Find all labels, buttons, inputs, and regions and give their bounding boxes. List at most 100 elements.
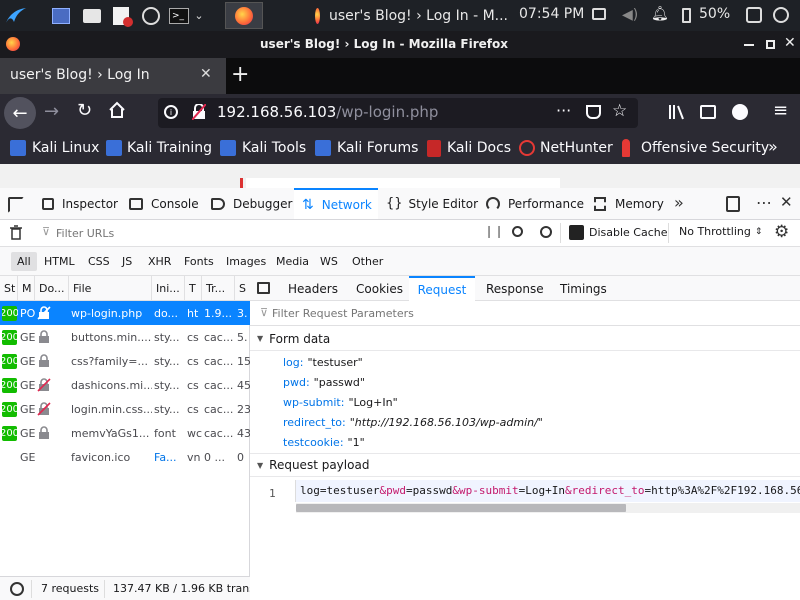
column-file[interactable]: File [69, 276, 152, 301]
bookmark-offensive-security[interactable]: Offensive Security [622, 132, 769, 164]
clock[interactable]: 07:54 PM [519, 6, 584, 22]
close-window-button[interactable]: ✕ [784, 35, 796, 51]
column-type[interactable]: T [185, 276, 202, 301]
tab-network[interactable]: ⇅ Network [294, 188, 378, 219]
dock-options-icon[interactable] [726, 196, 740, 212]
tab-request[interactable]: Request [409, 276, 475, 301]
form-data-header[interactable]: ▼ Form data [250, 327, 800, 351]
logout-icon[interactable] [746, 7, 762, 23]
pause-icon[interactable]: ❘❘ [484, 224, 504, 238]
filter-css[interactable]: CSS [82, 252, 116, 271]
table-row[interactable]: 200 GE memvYaGs1... font wc cac... 43 [0, 421, 250, 445]
power-icon[interactable] [773, 7, 789, 23]
forward-button[interactable]: → [44, 101, 59, 122]
tab-close-icon[interactable]: ✕ [200, 66, 212, 82]
tab-response[interactable]: Response [486, 276, 544, 301]
maximize-button[interactable] [766, 40, 775, 49]
filter-js[interactable]: JS [116, 252, 138, 271]
filter-xhr[interactable]: XHR [142, 252, 177, 271]
column-initiator[interactable]: Ini... [152, 276, 185, 301]
text-editor-icon[interactable] [108, 0, 134, 31]
page-actions-icon[interactable]: ··· [556, 101, 571, 120]
chevron-down-icon[interactable]: ⌄ [192, 0, 206, 31]
filter-all[interactable]: All [11, 252, 37, 271]
settings-gear-icon[interactable]: ⚙ [774, 222, 789, 242]
toggle-sidebar-icon[interactable] [257, 282, 270, 294]
window-switch-icon[interactable] [592, 8, 606, 20]
bookmark-kali-tools[interactable]: Kali Tools [220, 132, 306, 164]
filter-params-input[interactable] [272, 304, 772, 322]
filter-html[interactable]: HTML [38, 252, 81, 271]
table-row[interactable]: 200 GE login.min.css... sty... cs cac... 23 [0, 397, 250, 421]
tab-active[interactable]: user's Blog! › Log In ✕ [0, 58, 226, 94]
tab-console[interactable]: Console [129, 188, 199, 219]
request-payload-editor[interactable]: 1 log=testuser&pwd=passwd&wp-submit=Log+… [250, 480, 800, 514]
column-status[interactable]: St [0, 276, 18, 301]
sidebar-icon[interactable] [700, 105, 716, 119]
browser-icon[interactable] [138, 0, 164, 31]
tab-memory[interactable]: Memory [594, 188, 664, 219]
filter-media[interactable]: Media [270, 252, 315, 271]
stopwatch-icon[interactable] [10, 582, 24, 596]
filter-images[interactable]: Images [220, 252, 272, 271]
file-manager-icon[interactable] [80, 0, 104, 31]
hamburger-menu-icon[interactable]: ≡ [773, 100, 788, 121]
taskbar-window-button[interactable]: user's Blog! › Log In - M... [308, 0, 508, 31]
form-param[interactable]: redirect_to: "http://192.168.56.103/wp-ad… [283, 412, 543, 432]
block-icon[interactable] [540, 226, 552, 238]
bookmarks-overflow-icon[interactable]: » [768, 137, 778, 156]
table-row[interactable]: 200 GE dashicons.mi... sty... cs cac... 45 [0, 373, 250, 397]
disable-cache-checkbox[interactable] [569, 225, 584, 240]
bookmark-star-icon[interactable]: ☆ [612, 101, 627, 121]
throttling-select[interactable]: No Throttling ⇕ [679, 225, 762, 238]
column-method[interactable]: M [18, 276, 35, 301]
library-icon[interactable] [668, 104, 686, 120]
close-devtools-button[interactable]: ✕ [780, 193, 793, 211]
bookmark-kali-docs[interactable]: Kali Docs [427, 132, 511, 164]
table-row[interactable]: 200 GE buttons.min.... sty... cs cac... 5. [0, 325, 250, 349]
search-icon[interactable] [512, 226, 523, 237]
pocket-icon[interactable] [586, 105, 601, 119]
bookmark-nethunter[interactable]: NetHunter [519, 132, 613, 164]
column-size[interactable]: S [235, 276, 250, 301]
tab-performance[interactable]: Performance [486, 188, 584, 219]
filter-urls-input[interactable] [56, 223, 456, 243]
minimize-button[interactable] [744, 44, 754, 46]
trash-icon[interactable] [10, 225, 22, 240]
column-transferred[interactable]: Tr... [202, 276, 235, 301]
filter-other[interactable]: Other [346, 252, 389, 271]
form-param[interactable]: pwd: "passwd" [283, 372, 365, 392]
firefox-icon[interactable] [225, 2, 263, 29]
reload-button[interactable]: ↻ [77, 100, 92, 121]
kali-dragon-icon[interactable] [0, 0, 32, 31]
notification-bell-icon[interactable]: 🔔︎ [651, 6, 669, 22]
new-tab-button[interactable]: + [231, 62, 249, 87]
back-button[interactable]: ← [4, 97, 36, 129]
table-row[interactable]: GE favicon.ico Fa... vn 0 ... 0 [0, 445, 250, 469]
table-row[interactable]: 200 PO wp-login.php do... ht 1.9... 3. [0, 301, 250, 325]
tab-debugger[interactable]: Debugger [211, 188, 292, 219]
request-payload-header[interactable]: ▼ Request payload [250, 453, 800, 477]
terminal-icon[interactable]: >_ [166, 0, 192, 31]
tab-inspector[interactable]: Inspector [42, 188, 118, 219]
scrollbar-thumb[interactable] [296, 504, 626, 512]
more-tools-icon[interactable]: » [674, 193, 684, 212]
element-picker-icon[interactable] [8, 197, 24, 213]
tab-cookies[interactable]: Cookies [356, 276, 403, 301]
insecure-lock-icon[interactable] [192, 104, 206, 120]
volume-icon[interactable]: ◀) [622, 7, 638, 23]
tab-headers[interactable]: Headers [288, 276, 338, 301]
bookmark-kali-training[interactable]: Kali Training [106, 132, 212, 164]
home-button[interactable] [108, 101, 126, 119]
bookmark-kali-forums[interactable]: Kali Forums [315, 132, 418, 164]
form-param[interactable]: log: "testuser" [283, 352, 363, 372]
column-domain[interactable]: Do... [35, 276, 69, 301]
account-icon[interactable] [732, 104, 748, 120]
filter-ws[interactable]: WS [314, 252, 344, 271]
workspace-icon[interactable] [48, 0, 74, 31]
info-icon[interactable]: i [164, 105, 178, 119]
devtools-menu-icon[interactable]: ⋯ [756, 193, 772, 212]
tab-timings[interactable]: Timings [560, 276, 607, 301]
filter-fonts[interactable]: Fonts [178, 252, 220, 271]
url-bar[interactable]: i 192.168.56.103/wp-login.php ··· ☆ [158, 98, 638, 128]
